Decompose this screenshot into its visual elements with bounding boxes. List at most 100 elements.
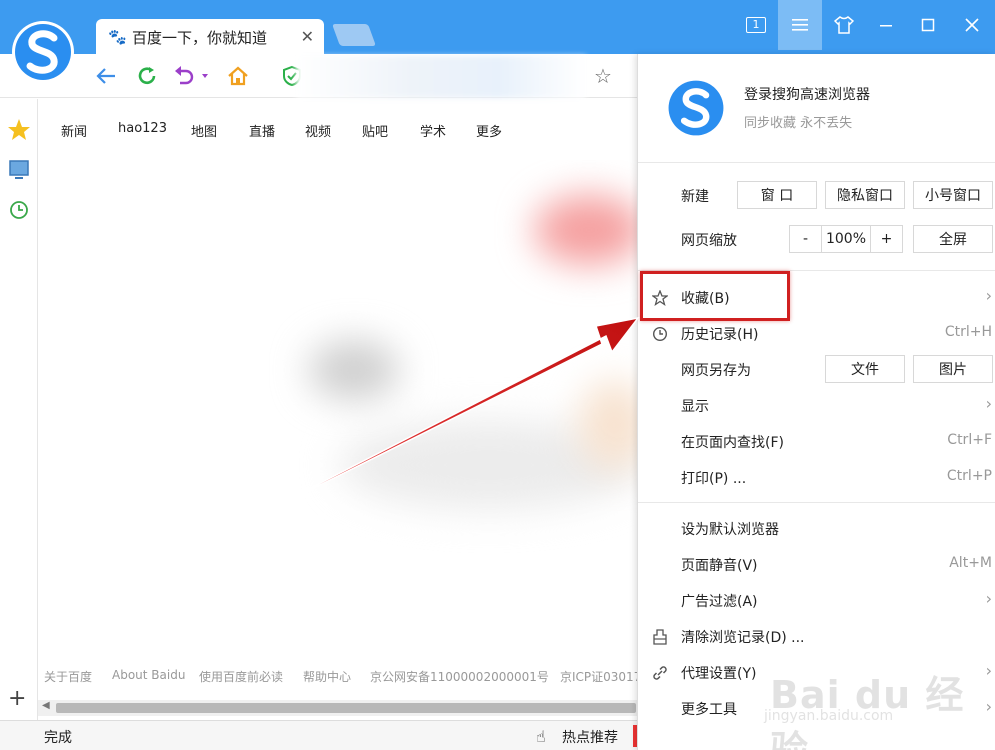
watermark-brand: Bai du 经验 xyxy=(770,673,965,750)
close-window-button[interactable] xyxy=(952,0,992,50)
back-button[interactable] xyxy=(92,62,120,90)
tshirt-icon xyxy=(834,16,854,34)
tab-count-button[interactable]: 1 xyxy=(736,0,776,50)
close-icon xyxy=(965,18,979,32)
add-sidebar-icon[interactable]: + xyxy=(8,686,26,711)
footer-links: 关于百度 About Baidu 使用百度前必读 帮助中心 京公网安备11000… xyxy=(38,668,638,688)
menu-row-new: 新建 窗 口 隐私窗口 小号窗口 xyxy=(638,178,995,214)
mute-shortcut: Alt+M xyxy=(949,555,992,571)
clock-icon xyxy=(652,326,668,342)
tab-baidu[interactable]: 🐾 百度一下，你就知道 ✕ xyxy=(96,19,324,55)
login-link[interactable]: 登录搜狗高速浏览器 xyxy=(744,84,870,104)
adblock-label: 广告过滤(A) xyxy=(681,594,758,610)
footer-link[interactable]: About Baidu xyxy=(112,668,185,682)
back-arrow-icon xyxy=(96,68,115,84)
status-bar: 完成 ☝ 热点推荐 xyxy=(0,720,637,750)
bookmark-item[interactable]: 地图 xyxy=(191,121,217,140)
menu-item-history[interactable]: 历史记录(H) Ctrl+H xyxy=(638,316,995,352)
skin-button[interactable] xyxy=(824,0,864,50)
page-content xyxy=(39,160,637,660)
status-text: 完成 xyxy=(44,730,72,746)
zoom-value: 100% xyxy=(821,225,871,253)
bookmark-star-icon[interactable]: ☆ xyxy=(594,64,612,88)
broom-icon xyxy=(653,629,667,645)
new-tab-button[interactable] xyxy=(331,24,377,46)
find-shortcut: Ctrl+F xyxy=(947,432,992,448)
menu-item-display[interactable]: 显示 › xyxy=(638,388,995,424)
bookmark-item[interactable]: 直播 xyxy=(249,121,275,140)
more-tools-label: 更多工具 xyxy=(681,702,737,718)
undo-icon xyxy=(175,66,208,85)
menu-button[interactable] xyxy=(778,0,822,50)
print-label: 打印(P) ... xyxy=(681,471,747,487)
divider xyxy=(638,162,995,163)
new-private-window-button[interactable]: 隐私窗口 xyxy=(825,181,905,209)
hand-icon: ☝ xyxy=(536,727,546,746)
history-shortcut: Ctrl+H xyxy=(944,324,992,340)
blur-logo-region xyxy=(534,195,637,265)
zoom-label: 网页缩放 xyxy=(681,233,737,249)
divider xyxy=(638,502,995,503)
history-clock-icon[interactable] xyxy=(7,198,31,222)
highlight-box xyxy=(640,271,790,321)
footer-link[interactable]: 京ICP证03017 xyxy=(560,668,638,685)
bookmark-bar: 新闻 hao123 地图 直播 视频 贴吧 学术 更多 xyxy=(38,99,638,159)
footer-link[interactable]: 帮助中心 xyxy=(303,668,351,685)
sidebar xyxy=(0,99,38,721)
menu-row-zoom: 网页缩放 - 100% + 全屏 xyxy=(638,222,995,258)
sogou-logo-icon xyxy=(668,80,724,136)
sogou-logo-icon xyxy=(12,21,74,83)
chevron-right-icon: › xyxy=(985,394,992,413)
minimize-icon xyxy=(880,25,892,27)
scroll-left-icon[interactable]: ◀ xyxy=(42,700,50,711)
title-bar: 🐾 百度一下，你就知道 ✕ 1 xyxy=(0,0,995,55)
save-file-button[interactable]: 文件 xyxy=(825,355,905,383)
fullscreen-button[interactable]: 全屏 xyxy=(913,225,993,253)
address-bar[interactable] xyxy=(296,56,586,98)
bookmark-item[interactable]: 新闻 xyxy=(61,121,87,140)
favorites-star-icon[interactable] xyxy=(7,118,31,142)
menu-item-mute[interactable]: 页面静音(V) Alt+M xyxy=(638,547,995,583)
home-icon xyxy=(228,66,248,86)
bookmark-item[interactable]: 更多 xyxy=(476,121,502,140)
horizontal-scrollbar[interactable]: ◀ xyxy=(38,700,638,716)
scrollbar-thumb[interactable] xyxy=(56,703,636,713)
menu-item-adblock[interactable]: 广告过滤(A) › xyxy=(638,583,995,619)
maximize-button[interactable] xyxy=(908,0,948,50)
footer-link[interactable]: 京公网安备11000002000001号 xyxy=(370,668,549,685)
link-icon xyxy=(653,666,667,680)
bookmark-item[interactable]: 贴吧 xyxy=(362,121,388,140)
refresh-icon xyxy=(138,67,156,85)
menu-item-save-as: 网页另存为 文件 图片 xyxy=(638,352,995,388)
save-image-button[interactable]: 图片 xyxy=(913,355,993,383)
footer-link[interactable]: 使用百度前必读 xyxy=(199,668,283,685)
find-label: 在页面内查找(F) xyxy=(681,435,784,451)
new-small-window-button[interactable]: 小号窗口 xyxy=(913,181,993,209)
screen-icon[interactable] xyxy=(7,158,31,182)
hot-recommend-link[interactable]: 热点推荐 xyxy=(562,727,618,747)
tab-close-icon[interactable]: ✕ xyxy=(301,27,314,46)
chevron-right-icon: › xyxy=(985,589,992,608)
hamburger-icon xyxy=(792,19,808,31)
login-subtitle: 同步收藏 永不丢失 xyxy=(744,116,853,131)
footer-link[interactable]: 关于百度 xyxy=(44,668,92,685)
new-window-button[interactable]: 窗 口 xyxy=(737,181,817,209)
print-shortcut: Ctrl+P xyxy=(946,468,992,484)
menu-item-find[interactable]: 在页面内查找(F) Ctrl+F xyxy=(638,424,995,460)
minimize-button[interactable] xyxy=(866,0,906,50)
menu-item-set-default[interactable]: 设为默认浏览器 xyxy=(638,511,995,547)
zoom-in-button[interactable]: + xyxy=(870,225,903,253)
bookmark-item[interactable]: hao123 xyxy=(118,121,167,136)
blur-region xyxy=(309,340,399,400)
set-default-label: 设为默认浏览器 xyxy=(681,522,779,538)
proxy-label: 代理设置(Y) xyxy=(681,666,757,682)
zoom-out-button[interactable]: - xyxy=(789,225,822,253)
refresh-button[interactable] xyxy=(133,62,161,90)
bookmark-item[interactable]: 视频 xyxy=(305,121,331,140)
bookmark-item[interactable]: 学术 xyxy=(420,121,446,140)
save-as-label: 网页另存为 xyxy=(681,363,751,379)
home-button[interactable] xyxy=(224,62,252,90)
new-label: 新建 xyxy=(681,189,709,205)
undo-close-button[interactable] xyxy=(172,62,212,90)
menu-item-print[interactable]: 打印(P) ... Ctrl+P xyxy=(638,460,995,496)
